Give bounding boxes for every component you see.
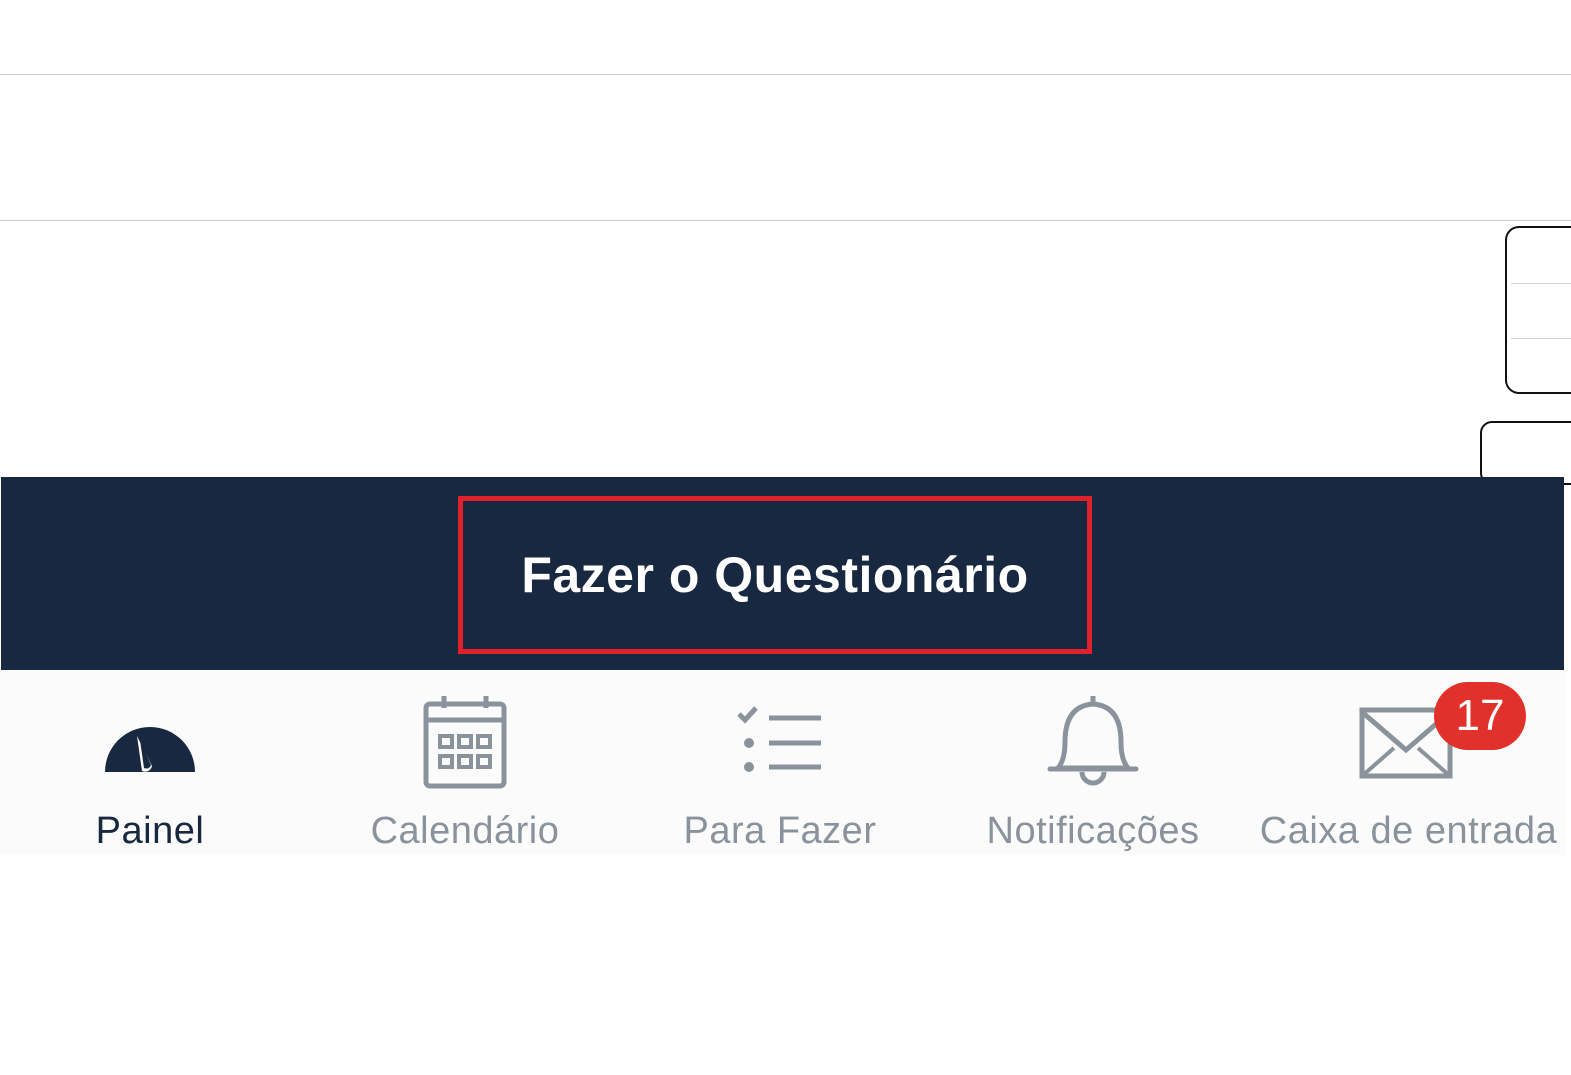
checklist-icon [737,706,821,772]
take-quiz-label: Fazer o Questionário [521,547,1029,603]
side-action-button[interactable] [1480,421,1571,485]
card-divider [1511,283,1571,284]
tab-label: Painel [95,810,205,852]
dashboard-gauge-icon [105,716,195,772]
tab-calendar[interactable]: Calendário [315,670,615,855]
tab-label: Calendário [370,810,560,852]
tab-label: Para Fazer [683,810,877,852]
action-bar: Fazer o Questionário [1,477,1564,670]
tab-notifications[interactable]: Notificações [943,670,1243,855]
tab-dashboard[interactable]: Painel [0,670,300,855]
tab-inbox[interactable]: 17 Caixa de entrada [1256,670,1561,855]
app-screen: Fazer o Questionário Painel Calendário P… [0,0,1571,1075]
tab-label: Notificações [986,810,1200,852]
tab-label: Caixa de entrada [1259,810,1558,852]
bell-icon [1047,696,1139,786]
calendar-icon [423,696,507,789]
side-panel-card[interactable] [1505,226,1571,394]
card-divider [1511,338,1571,339]
unread-count-badge: 17 [1434,682,1526,750]
tab-todo[interactable]: Para Fazer [630,670,930,855]
list-divider [0,220,1571,221]
bottom-tab-bar: Painel Calendário Para Fazer Notificaçõe… [0,670,1566,855]
take-quiz-button[interactable]: Fazer o Questionário [458,496,1092,654]
list-divider [0,74,1571,75]
